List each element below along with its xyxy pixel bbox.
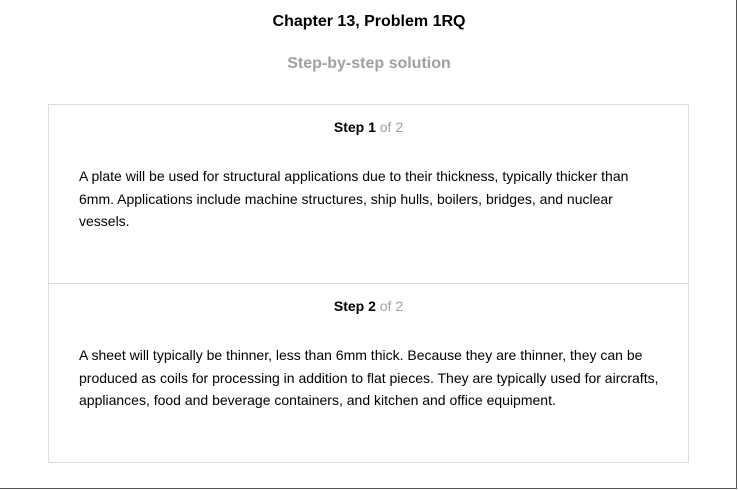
solution-subtitle: Step-by-step solution <box>287 55 451 72</box>
step-1-count: of 2 <box>379 119 404 135</box>
step-2-heading: Step 2 of 2 <box>49 298 688 314</box>
step-2-text: A sheet will typically be thinner, less … <box>79 347 659 408</box>
step-2-label: Step 2 <box>333 298 376 314</box>
step-1-heading: Step 1 of 2 <box>49 119 688 135</box>
step-2-section: Step 2 of 2 A sheet will typically be th… <box>49 284 688 462</box>
solution-steps: Step 1 of 2 A plate will be used for str… <box>48 104 689 463</box>
step-2-count: of 2 <box>379 298 404 314</box>
page-title: Chapter 13, Problem 1RQ <box>272 13 466 30</box>
step-1-section: Step 1 of 2 A plate will be used for str… <box>49 105 688 284</box>
step-1-label: Step 1 <box>333 119 376 135</box>
step-1-text: A plate will be used for structural appl… <box>79 168 629 229</box>
